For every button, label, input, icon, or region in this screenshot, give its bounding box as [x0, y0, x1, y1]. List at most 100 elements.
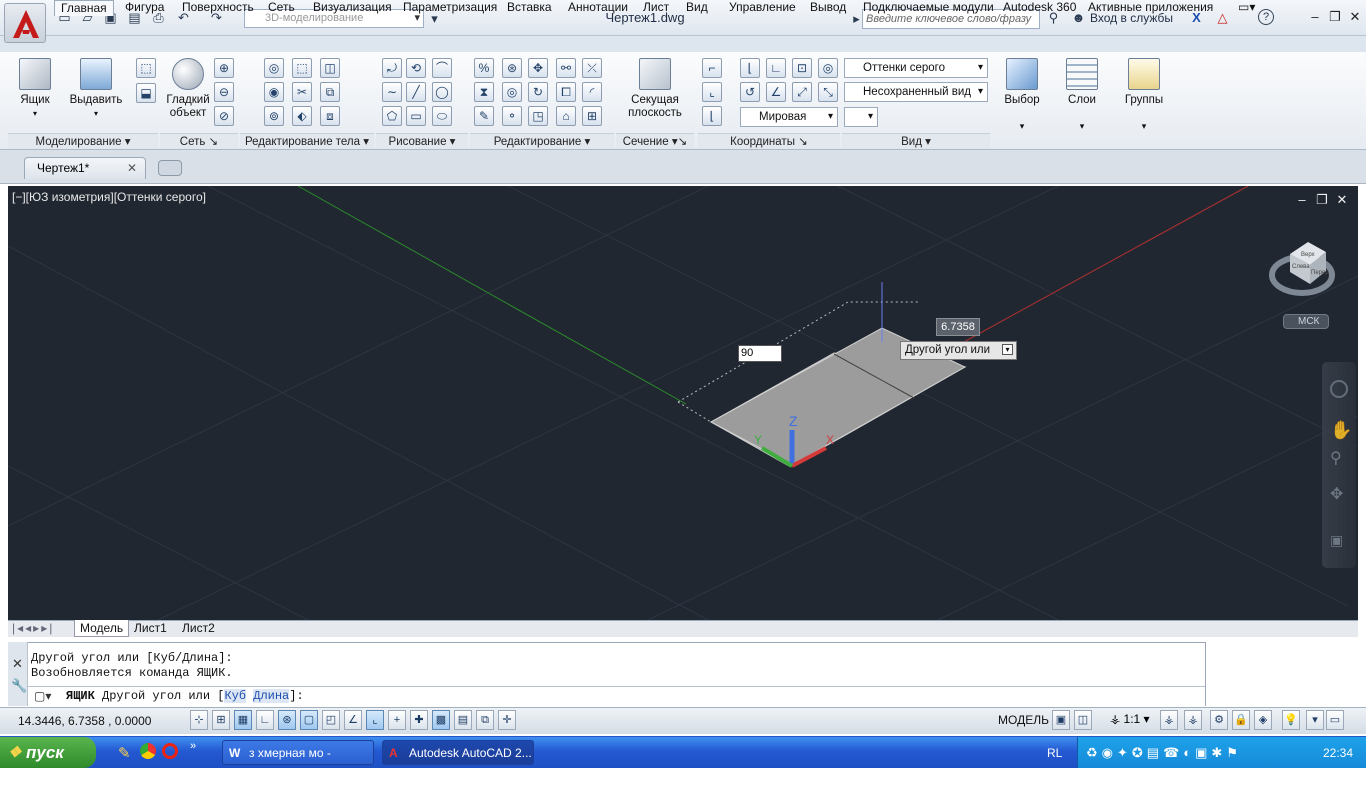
viewport-config-select[interactable]: [844, 107, 878, 127]
3d-align-icon[interactable]: ⚯: [556, 58, 576, 78]
dynamic-options-icon[interactable]: ▾: [1002, 344, 1013, 355]
section-plane-button[interactable]: Секущая плоскость: [624, 58, 686, 120]
start-button[interactable]: ❖ пуск: [0, 737, 96, 768]
isolate-objects-icon[interactable]: 💡: [1282, 710, 1300, 730]
hardware-acceleration-icon[interactable]: ◈: [1254, 710, 1272, 730]
smooth-object-button[interactable]: Гладкий объект: [164, 58, 212, 120]
infer-constraints-icon[interactable]: ⊹: [190, 710, 208, 730]
dynamic-input-icon[interactable]: +: [388, 710, 406, 730]
3dpolyline-icon[interactable]: ╱: [406, 82, 426, 102]
layers-button[interactable]: Слои ▾: [1060, 58, 1104, 133]
ucs-world-icon[interactable]: ◎: [818, 58, 838, 78]
ucs-zaxis-icon[interactable]: ⤢: [792, 82, 812, 102]
tab-output[interactable]: Вывод: [810, 0, 846, 16]
rotate-gizmo-icon[interactable]: ⊛: [502, 58, 522, 78]
lock-ui-icon[interactable]: 🔒: [1232, 710, 1250, 730]
panel-title-modeling[interactable]: Моделирование ▾: [8, 133, 158, 149]
close-command-icon[interactable]: ✕: [12, 656, 23, 672]
viewport-controls-label[interactable]: [−][ЮЗ изометрия][Оттенки серого]: [12, 190, 206, 204]
spline-icon[interactable]: ∼: [382, 82, 402, 102]
tab-insert[interactable]: Вставка: [507, 0, 552, 16]
shell-icon[interactable]: ⧈: [320, 106, 340, 126]
ucs-previous-icon[interactable]: ↺: [740, 82, 760, 102]
union-icon[interactable]: ◎: [264, 58, 284, 78]
auto-scale-icon[interactable]: ⚶: [1184, 710, 1202, 730]
lineweight-icon[interactable]: ✚: [410, 710, 428, 730]
arc-icon[interactable]: ⌒: [432, 58, 452, 78]
move-gizmo-icon[interactable]: %: [474, 58, 494, 78]
taskbar-item-autocad[interactable]: A Autodesk AutoCAD 2...: [382, 740, 534, 765]
scale-icon[interactable]: ◳: [528, 106, 548, 126]
viewport-minimize-button[interactable]: –: [1294, 192, 1310, 208]
groups-button[interactable]: Группы ▾: [1120, 58, 1168, 133]
ucs-object-icon[interactable]: ⤡: [818, 82, 838, 102]
3d-mirror-icon[interactable]: ⧗: [474, 82, 494, 102]
coordinates-readout[interactable]: 14.3446, 6.7358 , 0.0000: [18, 714, 151, 728]
showmotion-icon[interactable]: ▣: [1330, 532, 1343, 549]
status-menu-icon[interactable]: ▾: [1306, 710, 1324, 730]
application-menu-button[interactable]: [4, 3, 46, 43]
zoom-icon[interactable]: ⚲: [1330, 448, 1342, 468]
selection-cycling-icon[interactable]: ⧉: [476, 710, 494, 730]
option-cube[interactable]: Куб: [224, 689, 247, 703]
annotation-scale[interactable]: ⚶ 1:1 ▾: [1110, 712, 1150, 726]
quicklaunch-icon[interactable]: ✎: [118, 744, 131, 762]
subtract-icon[interactable]: ◉: [264, 82, 284, 102]
panel-title-mesh[interactable]: Сеть ↘: [160, 133, 238, 149]
drawing-viewport[interactable]: Z X Y Верх Слева Перед: [8, 186, 1358, 620]
trim-icon[interactable]: ⤫: [582, 58, 602, 78]
dynamic-ucs-icon[interactable]: ⌞: [366, 710, 384, 730]
ucs-3point-icon[interactable]: ∠: [766, 82, 786, 102]
model-space-button[interactable]: МОДЕЛЬ: [998, 710, 1049, 730]
match-properties-icon[interactable]: ✎: [474, 106, 494, 126]
minimize-button[interactable]: –: [1305, 8, 1325, 26]
tab-manage[interactable]: Управление: [729, 0, 796, 16]
polysolid-icon[interactable]: ⬚: [136, 58, 156, 78]
dynamic-input-prompt[interactable]: Другой угол или ▾: [900, 341, 1017, 360]
refine-mesh-icon[interactable]: ⊘: [214, 106, 234, 126]
quick-view-drawings-icon[interactable]: ◫: [1074, 710, 1092, 730]
command-window-handle[interactable]: ✕ 🔧: [8, 642, 28, 706]
thicken-icon[interactable]: ⬖: [292, 106, 312, 126]
ucs-view-icon[interactable]: ⊡: [792, 58, 812, 78]
viewport-close-button[interactable]: ✕: [1334, 192, 1350, 208]
tab-layout2[interactable]: Лист2: [182, 620, 215, 637]
tab-parametric[interactable]: Параметризация: [403, 0, 497, 16]
tab-solid[interactable]: Фигура: [125, 0, 164, 16]
ucs-face-icon[interactable]: ⌞: [702, 82, 722, 102]
autodesk-360-icon[interactable]: △: [1214, 9, 1231, 26]
steering-wheel-icon[interactable]: [1330, 380, 1348, 398]
layout-nav-arrows[interactable]: |◂◂▸▸|: [12, 620, 54, 637]
tab-autodesk-360[interactable]: Autodesk 360: [1003, 0, 1076, 16]
quick-view-layouts-icon[interactable]: ▣: [1052, 710, 1070, 730]
rotate-icon[interactable]: ↻: [528, 82, 548, 102]
rectangle-icon[interactable]: ▭: [406, 106, 426, 126]
ucs-origin-icon[interactable]: ∟: [766, 58, 786, 78]
fillet-icon[interactable]: ◜: [582, 82, 602, 102]
presspull-icon[interactable]: ⬓: [136, 83, 156, 103]
object-snap-tracking-icon[interactable]: ∠: [344, 710, 362, 730]
panel-title-draw[interactable]: Рисование ▾: [376, 133, 468, 149]
tab-surface[interactable]: Поверхность: [182, 0, 254, 16]
orbit-icon[interactable]: ✥: [1330, 484, 1343, 504]
ucs-icon[interactable]: ⌐: [702, 58, 722, 78]
ribbon-options-icon[interactable]: ▭▾: [1238, 0, 1255, 16]
ortho-icon[interactable]: ∟: [256, 710, 274, 730]
help-icon[interactable]: ?: [1258, 9, 1274, 25]
tab-render[interactable]: Визуализация: [313, 0, 392, 16]
opera-icon[interactable]: [162, 743, 178, 759]
tray-icons[interactable]: ♻◉✦✪▤☎◐▣✱⚑: [1086, 745, 1242, 761]
circle-icon[interactable]: ◯: [432, 82, 452, 102]
box-button[interactable]: Ящик ▾: [14, 58, 56, 120]
separate-icon[interactable]: ⧉: [320, 82, 340, 102]
language-indicator[interactable]: RL: [1047, 746, 1062, 760]
clock[interactable]: 22:34: [1323, 746, 1353, 760]
ucs-menu-button[interactable]: МСК: [1283, 314, 1329, 329]
line-icon[interactable]: ⤾: [382, 58, 402, 78]
panel-title-section[interactable]: Сечение ▾↘: [616, 133, 694, 149]
ellipse-icon[interactable]: ⬭: [432, 106, 452, 126]
smooth-less-icon[interactable]: ⊖: [214, 82, 234, 102]
close-button[interactable]: ✕: [1345, 8, 1365, 26]
3d-osnap-icon[interactable]: ◰: [322, 710, 340, 730]
extrude-faces-icon[interactable]: ◫: [320, 58, 340, 78]
